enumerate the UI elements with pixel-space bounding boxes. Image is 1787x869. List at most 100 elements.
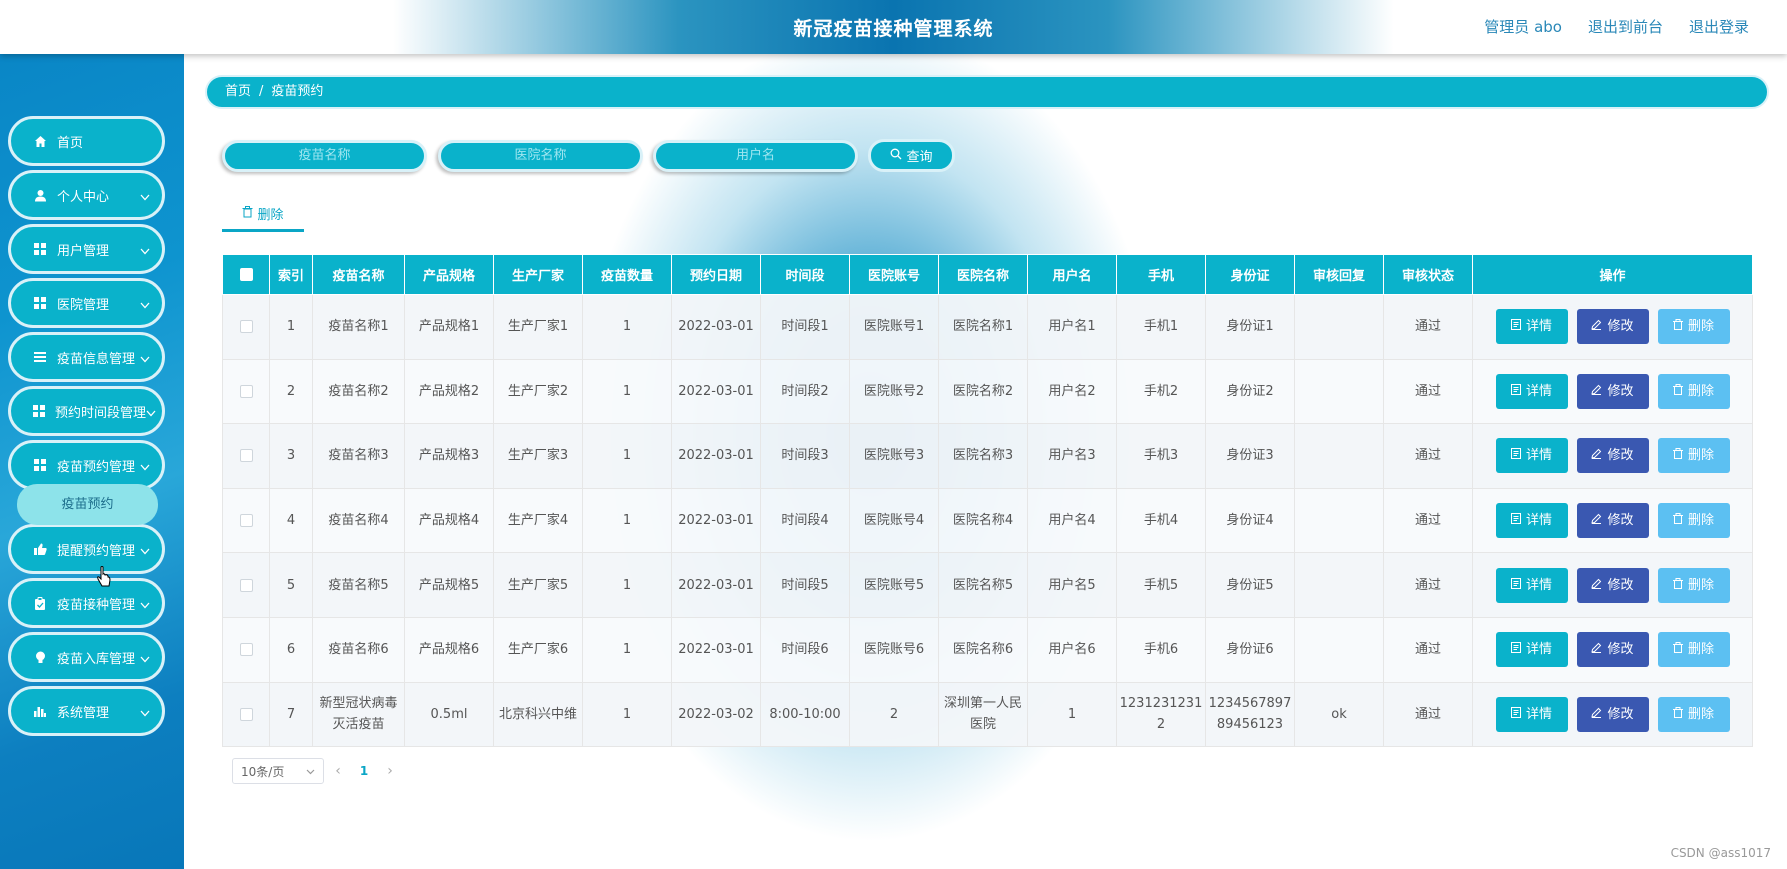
to-front-link[interactable]: 退出到前台 [1588,16,1663,37]
table-cell: 身份证2 [1205,358,1295,425]
select-all-cell[interactable] [222,254,270,295]
sidebar-item-5[interactable]: 预约时间段管理 [8,386,165,436]
row-actions-cell: 详情 修改 删除 [1472,487,1753,554]
username-input[interactable]: 用户名 [653,140,858,172]
sidebar-item-1[interactable]: 个人中心 [8,170,165,220]
row-actions-cell: 详情 修改 删除 [1472,358,1753,425]
row-checkbox[interactable] [239,578,253,592]
breadcrumb-home[interactable]: 首页 [225,84,251,99]
table-cell: 1 [582,423,672,489]
bulb-icon [33,650,47,664]
logout-link[interactable]: 退出登录 [1689,16,1749,37]
delete-button[interactable]: 删除 [1657,438,1730,474]
table-cell: 1 [1027,681,1117,748]
edit-button[interactable]: 修改 [1576,567,1649,603]
sidebar-item-10[interactable]: 系统管理 [8,686,165,736]
batch-delete-label: 删除 [257,208,284,223]
table-cell: 0.5ml [404,681,494,748]
sidebar-item-4[interactable]: 疫苗信息管理 [8,332,165,382]
row-select-cell[interactable] [222,552,270,618]
delete-button[interactable]: 删除 [1657,632,1730,668]
detail-button[interactable]: 详情 [1495,632,1568,668]
detail-button[interactable]: 详情 [1495,373,1568,409]
detail-button[interactable]: 详情 [1495,438,1568,474]
chevron-down-icon [140,352,150,363]
row-select-cell[interactable] [222,294,270,360]
batch-delete-button[interactable]: 删除 [222,198,304,232]
query-button[interactable]: 查询 [868,139,955,172]
table-cell: 产品规格5 [404,552,494,618]
sidebar-item-2[interactable]: 用户管理 [8,224,165,274]
column-header: 身份证 [1205,254,1295,295]
sidebar-item-7[interactable]: 提醒预约管理 [8,524,165,574]
sidebar-item-6[interactable]: 疫苗预约管理 [8,440,165,490]
table-cell: 手机5 [1116,552,1206,618]
sidebar-item-9[interactable]: 疫苗入库管理 [8,632,165,682]
prev-page-button[interactable]: ‹ [324,763,352,779]
table-cell: 身份证5 [1205,552,1295,618]
row-checkbox[interactable] [239,707,253,721]
row-checkbox[interactable] [239,514,253,528]
delete-button[interactable]: 删除 [1657,309,1730,345]
detail-button[interactable]: 详情 [1495,309,1568,345]
table-cell: 通过 [1383,423,1473,489]
chevron-down-icon [140,652,150,663]
table-body: 1 疫苗名称1 产品规格1 生产厂家1 1 2022-03-01 时间段1 医院账号1 医院名称… [222,294,1753,748]
row-checkbox[interactable] [239,320,253,334]
table-cell: 时间段3 [760,423,850,489]
row-checkbox[interactable] [239,643,253,657]
chevron-down-icon [306,764,315,778]
edit-label: 修改 [1607,513,1634,529]
sidebar-item-0[interactable]: 首页 [8,116,165,166]
next-page-button[interactable]: › [376,763,404,779]
page-size-select[interactable]: 10条/页 [232,758,324,784]
table-cell [1294,616,1384,683]
select-all-checkbox[interactable] [239,268,253,281]
table-row: 7 新型冠状病毒灭活疫苗 0.5ml 北京科兴中维 1 2022-03-02 8:00-10… [222,681,1753,748]
row-actions-cell: 详情 修改 删除 [1472,681,1753,748]
row-select-cell[interactable] [222,681,270,748]
edit-button[interactable]: 修改 [1576,438,1649,474]
row-select-cell[interactable] [222,616,270,683]
detail-button[interactable]: 详情 [1495,696,1568,732]
delete-button[interactable]: 删除 [1657,503,1730,539]
edit-button[interactable]: 修改 [1576,373,1649,409]
row-checkbox[interactable] [239,384,253,398]
row-actions: 详情 修改 删除 [1475,696,1750,732]
table-cell: 医院名称1 [938,294,1028,360]
row-select-cell[interactable] [222,487,270,554]
document-icon [1510,445,1521,466]
row-select-cell[interactable] [222,358,270,425]
submenu-item-vaccine-booking[interactable]: 疫苗预约 [17,484,158,525]
page-number-1[interactable]: 1 [352,764,376,778]
table-cell: 医院名称5 [938,552,1028,618]
table-cell [1294,358,1384,425]
detail-label: 详情 [1525,642,1552,658]
delete-button[interactable]: 删除 [1657,696,1730,732]
detail-button[interactable]: 详情 [1495,567,1568,603]
table-cell: 1 [582,681,672,748]
detail-button[interactable]: 详情 [1495,503,1568,539]
table-row: 5 疫苗名称5 产品规格5 生产厂家5 1 2022-03-01 时间段5 医院账号5 医院名称… [222,552,1753,618]
row-actions: 详情 修改 删除 [1475,632,1750,668]
edit-button[interactable]: 修改 [1576,632,1649,668]
admin-label[interactable]: 管理员 abo [1484,16,1562,37]
sidebar-item-8[interactable]: 疫苗接种管理 [8,578,165,628]
vaccine-name-input[interactable]: 疫苗名称 [222,140,427,172]
delete-button[interactable]: 删除 [1657,373,1730,409]
delete-button[interactable]: 删除 [1657,567,1730,603]
edit-button[interactable]: 修改 [1576,503,1649,539]
table-cell: 产品规格4 [404,487,494,554]
row-select-cell[interactable] [222,423,270,489]
table-cell: 用户名5 [1027,552,1117,618]
column-header: 索引 [269,254,313,295]
sidebar-item-3[interactable]: 医院管理 [8,278,165,328]
pencil-icon [1591,381,1602,402]
hospital-name-input[interactable]: 医院名称 [438,140,643,172]
edit-button[interactable]: 修改 [1576,696,1649,732]
table-cell: 1 [582,294,672,360]
edit-button[interactable]: 修改 [1576,309,1649,345]
row-checkbox[interactable] [239,449,253,463]
list-icon [33,350,47,364]
table-cell: 1 [582,552,672,618]
